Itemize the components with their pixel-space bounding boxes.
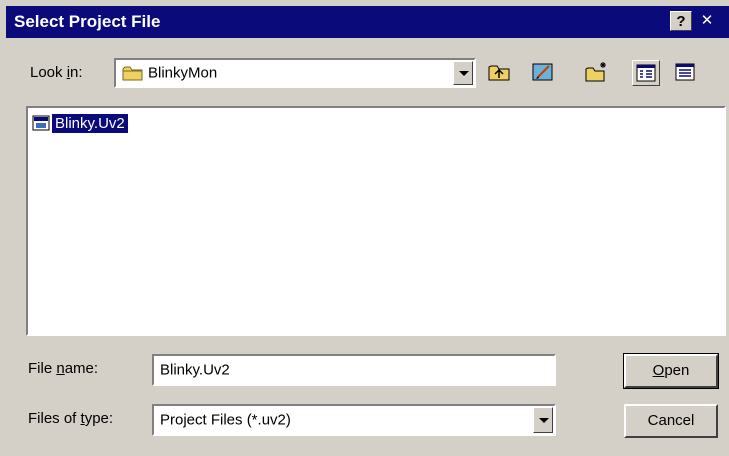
close-icon: ✕ — [700, 12, 714, 29]
close-button[interactable]: ✕ — [696, 11, 718, 31]
help-icon: ? — [676, 13, 686, 30]
project-file-icon — [32, 115, 50, 131]
file-type-value: Project Files (*.uv2) — [160, 411, 291, 429]
new-folder-icon — [584, 62, 610, 88]
file-name-value: Blinky.Uv2 — [160, 361, 230, 379]
file-type-combobox[interactable]: Project Files (*.uv2) — [152, 404, 556, 436]
select-project-file-dialog: Select Project File ? ✕ Look in: BlinkyM… — [0, 0, 729, 456]
look-in-dropdown-button[interactable] — [453, 61, 473, 85]
new-folder-button[interactable] — [584, 60, 612, 86]
file-name-input[interactable]: Blinky.Uv2 — [152, 354, 556, 386]
file-item-blinky[interactable]: Blinky.Uv2 — [32, 112, 128, 134]
title-bar[interactable]: Select Project File ? ✕ — [6, 6, 729, 38]
file-list[interactable]: Blinky.Uv2 — [26, 106, 726, 336]
file-type-dropdown-button[interactable] — [533, 407, 553, 433]
look-in-label: Look in: — [30, 64, 83, 81]
desktop-icon — [530, 63, 556, 88]
open-button[interactable]: Open — [623, 353, 719, 389]
folder-icon — [122, 65, 144, 81]
look-in-value: BlinkyMon — [148, 64, 218, 82]
details-view-icon — [672, 63, 698, 88]
list-view-button[interactable] — [632, 60, 660, 86]
up-folder-button[interactable] — [486, 60, 514, 86]
file-name-label: File name: — [28, 360, 99, 377]
details-view-button[interactable] — [672, 60, 700, 86]
window-title: Select Project File — [14, 12, 161, 31]
desktop-button[interactable] — [530, 60, 558, 86]
file-type-label: Files of type: — [28, 410, 114, 427]
list-view-icon — [633, 64, 659, 89]
look-in-combobox[interactable]: BlinkyMon — [114, 58, 476, 88]
file-item-name: Blinky.Uv2 — [52, 113, 128, 133]
cancel-button[interactable]: Cancel — [624, 404, 718, 438]
help-button[interactable]: ? — [670, 11, 692, 31]
up-folder-icon — [486, 65, 512, 88]
